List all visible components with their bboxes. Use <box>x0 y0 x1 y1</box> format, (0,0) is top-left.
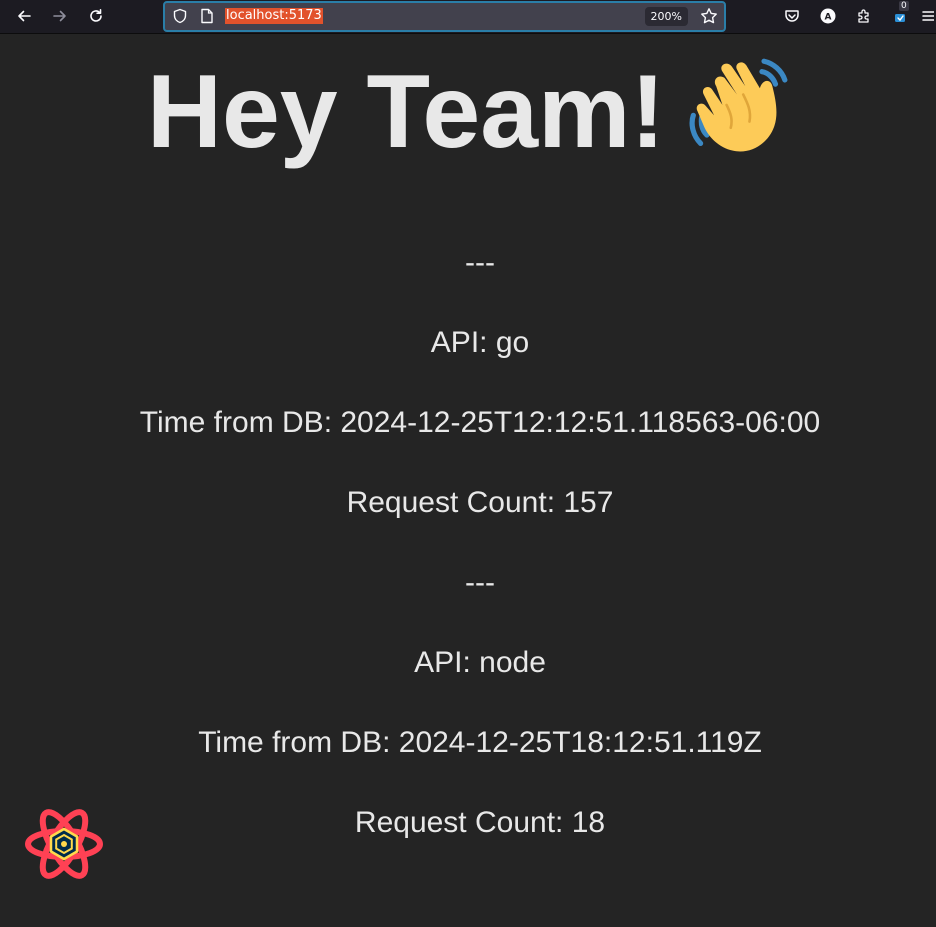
extensions-button[interactable] <box>851 3 877 29</box>
arrow-right-icon <box>53 10 66 22</box>
hamburger-menu-icon <box>922 11 934 21</box>
waving-hand-icon <box>689 58 788 152</box>
react-query-logo-icon <box>25 809 103 879</box>
db-time-1: Time from DB: 2024-12-25T12:12:51.118563… <box>139 406 821 439</box>
request-count-1: Request Count: 157 <box>346 486 614 519</box>
page-content: Hey Team! --- API: go Time from DB: 2024… <box>0 34 936 927</box>
db-time-2: Time from DB: 2024-12-25T18:12:51.119Z <box>198 726 762 759</box>
zoom-level-button[interactable]: 200% <box>644 7 688 26</box>
back-button[interactable] <box>11 3 37 29</box>
svg-text:A: A <box>825 13 832 23</box>
menu-button[interactable] <box>922 3 936 29</box>
account-avatar-icon: A <box>820 8 836 24</box>
bookmark-star-icon[interactable] <box>700 7 718 25</box>
pocket-button[interactable] <box>779 3 805 29</box>
forward-button[interactable] <box>47 3 73 29</box>
pocket-icon <box>785 10 799 22</box>
browser-toolbar: localhost:5173 200% A 0 <box>0 0 936 34</box>
address-bar[interactable]: localhost:5173 200% <box>163 1 726 32</box>
page-title: Hey Team! <box>0 52 936 172</box>
arrow-left-icon <box>18 10 31 22</box>
extension-badge-count: 0 <box>899 1 909 11</box>
reload-icon <box>90 9 102 22</box>
request-count-2: Request Count: 18 <box>354 806 606 839</box>
api-name-1: API: go <box>430 326 530 359</box>
separator-1: --- <box>465 246 495 279</box>
page-icon[interactable] <box>200 8 214 24</box>
api-name-2: API: node <box>414 646 546 679</box>
account-button[interactable]: A <box>815 3 841 29</box>
reload-button[interactable] <box>83 3 109 29</box>
separator-2: --- <box>465 566 495 599</box>
shield-icon[interactable] <box>172 8 188 24</box>
puzzle-piece-icon <box>858 9 869 23</box>
url-text[interactable]: localhost:5173 <box>225 8 323 24</box>
react-query-devtools-button[interactable] <box>24 808 104 880</box>
page-title-text: Hey Team! <box>146 54 666 170</box>
